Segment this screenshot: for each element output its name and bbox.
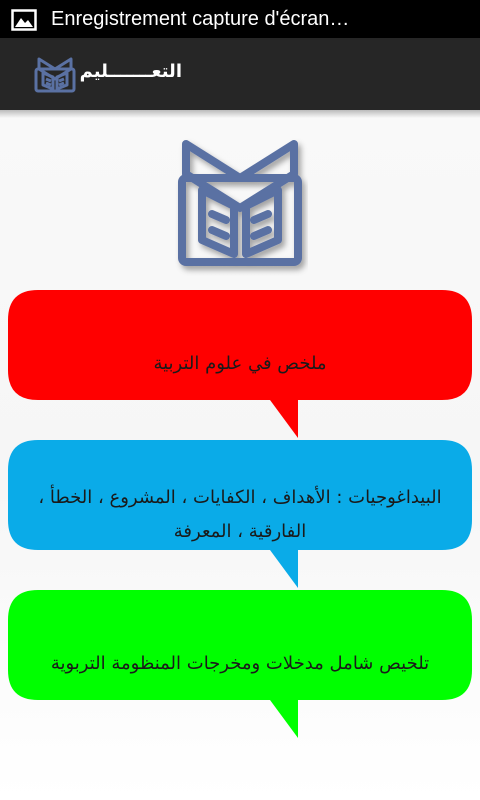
bubble-label-3: تلخيص شامل مدخلات ومخرجات المنظومة الترب… (50, 653, 430, 674)
bubble-button-3[interactable]: تلخيص شامل مدخلات ومخرجات المنظومة الترب… (8, 590, 472, 750)
action-bar-shadow (0, 110, 480, 118)
status-bar: Enregistrement capture d'écran… (0, 0, 480, 38)
image-icon (11, 9, 37, 31)
bubble-button-2[interactable]: البيداغوجيات : الأهداف ، الكفايات ، المش… (8, 440, 472, 600)
status-text: Enregistrement capture d'écran… (51, 8, 350, 30)
bubble-button-1[interactable]: ملخص في علوم التربية (8, 290, 472, 450)
bubble-label-1: ملخص في علوم التربية (153, 353, 327, 374)
book-logo-icon[interactable] (33, 53, 77, 95)
book-logo-icon (178, 140, 302, 266)
action-bar: التعـــــــليم (0, 38, 480, 110)
bubble-label-2: البيداغوجيات : الأهداف ، الكفايات ، المش… (38, 487, 442, 542)
app-title: التعـــــــليم (79, 61, 182, 82)
